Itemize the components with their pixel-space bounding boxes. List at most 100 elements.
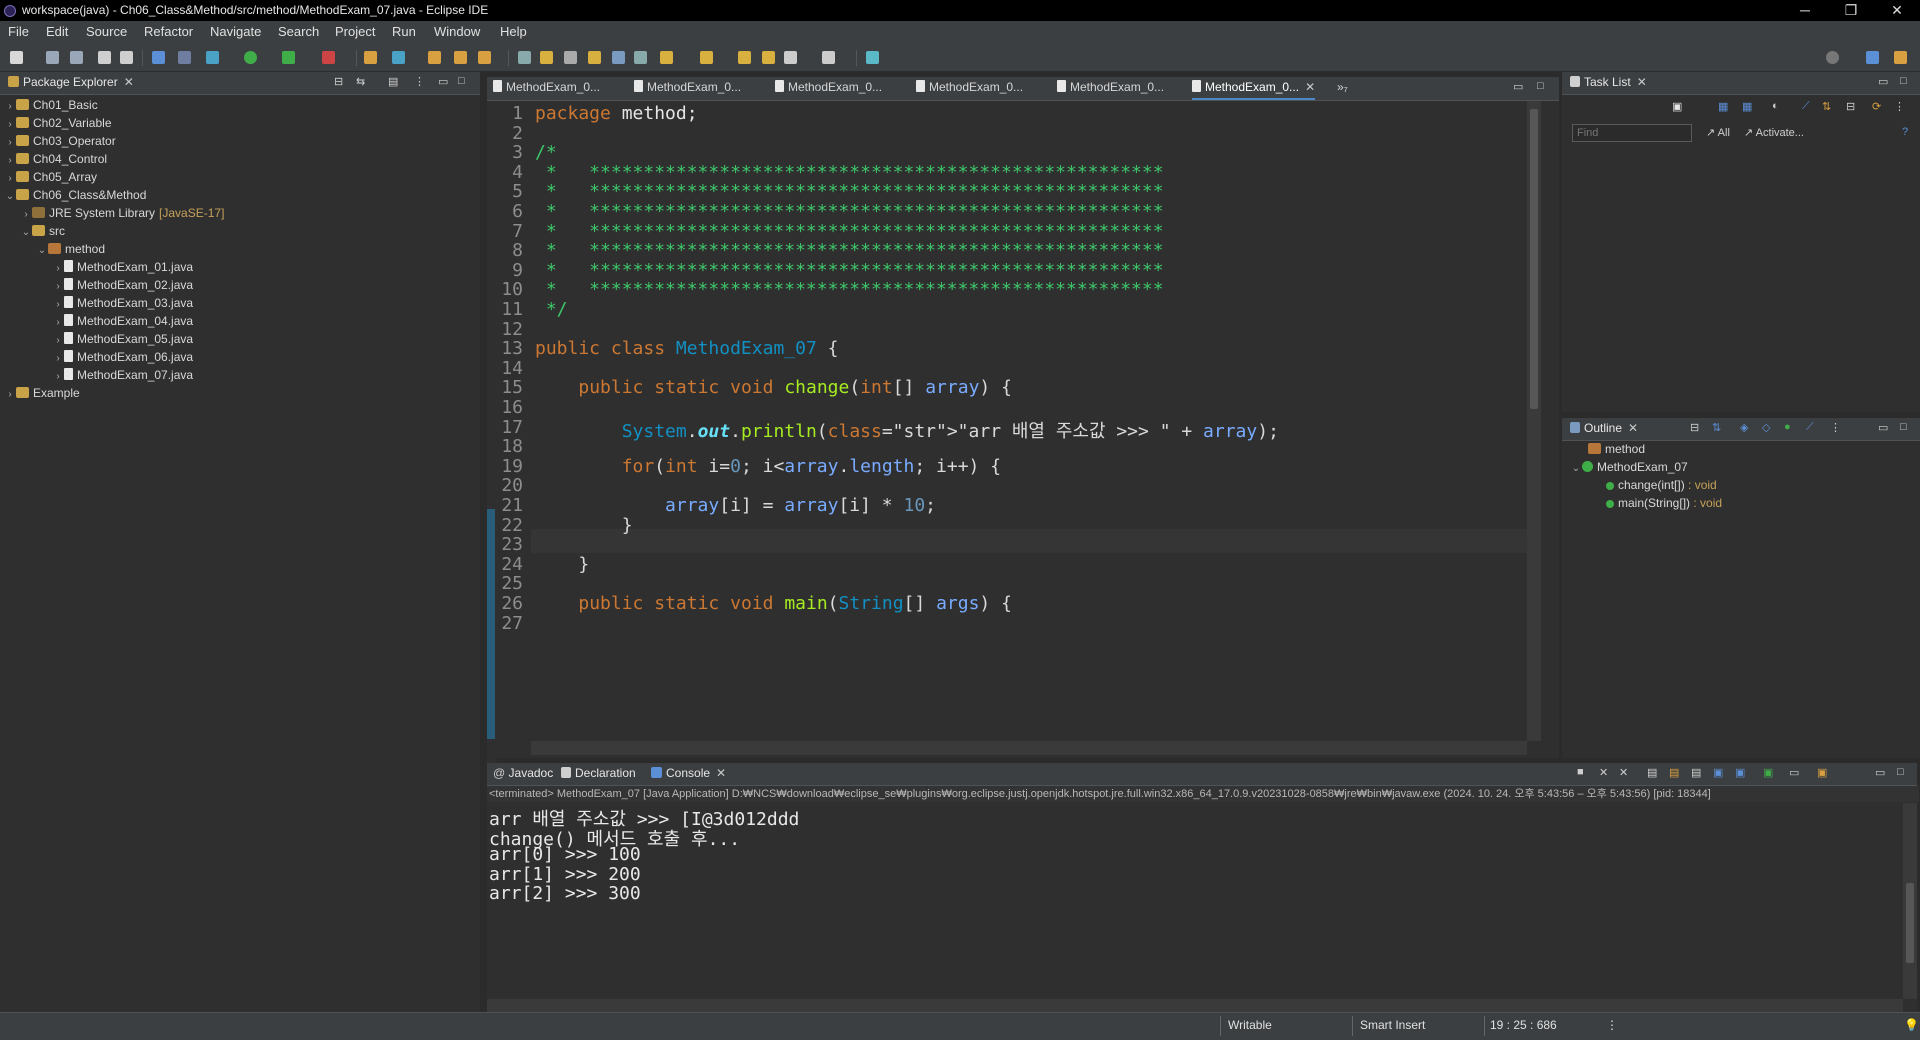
activate-link[interactable]: ↗ Activate... <box>1744 126 1804 139</box>
menu-navigate[interactable]: Navigate <box>210 24 261 39</box>
editor-vertical-scrollbar[interactable] <box>1527 101 1541 741</box>
new-java-project-icon[interactable] <box>364 51 377 64</box>
task-find-input[interactable] <box>1572 124 1692 142</box>
tree-item[interactable]: › MethodExam_02.java <box>52 276 193 294</box>
scrollbar-thumb[interactable] <box>1906 883 1914 963</box>
next-annotation-icon[interactable] <box>660 51 673 64</box>
collapse-all-icon[interactable]: ⊟ <box>1690 421 1699 434</box>
view-menu-icon[interactable]: ⋮ <box>1830 421 1841 434</box>
breadcrumb-icon[interactable] <box>564 51 577 64</box>
terminate-icon[interactable]: ■ <box>1577 766 1584 778</box>
console-tab[interactable]: Console ✕ <box>651 766 726 780</box>
tip-lightbulb-icon[interactable]: 💡 <box>1904 1018 1919 1032</box>
chevron-down-icon[interactable]: ⌄ <box>4 188 16 206</box>
view-menu-icon[interactable]: ⋮ <box>1894 100 1905 113</box>
status-insert-mode[interactable]: Smart Insert <box>1360 1018 1425 1032</box>
minimize-view-icon[interactable]: ▭ <box>1878 75 1888 88</box>
package-explorer-tab[interactable]: Package Explorer ✕ <box>8 75 134 89</box>
help-icon[interactable]: ? <box>1902 126 1908 138</box>
save-all-icon[interactable] <box>70 51 83 64</box>
task-list-tab[interactable]: Task List ✕ <box>1570 75 1647 89</box>
scrollbar-thumb[interactable] <box>1530 109 1538 409</box>
menu-search[interactable]: Search <box>278 24 319 39</box>
hide-local-types-icon[interactable]: ⟋ <box>1806 421 1814 434</box>
close-icon[interactable]: ✕ <box>716 766 726 780</box>
undo-icon[interactable] <box>98 51 111 64</box>
new-icon[interactable] <box>10 51 23 64</box>
maximize-view-icon[interactable]: □ <box>458 75 465 87</box>
close-icon[interactable]: ✕ <box>1628 421 1638 435</box>
java-perspective-icon[interactable] <box>1894 51 1907 64</box>
hide-fields-icon[interactable]: ◈ <box>1740 421 1748 434</box>
whitespace-icon[interactable] <box>634 51 647 64</box>
sort-icon[interactable]: ⇅ <box>1712 421 1721 434</box>
tree-item[interactable]: ⌄ src <box>20 222 65 240</box>
search-icon[interactable] <box>1826 51 1839 64</box>
menu-source[interactable]: Source <box>86 24 127 39</box>
debug-icon[interactable] <box>206 51 219 64</box>
tree-item[interactable]: › MethodExam_03.java <box>52 294 193 312</box>
block-select-icon[interactable] <box>588 51 601 64</box>
close-window-button[interactable]: ✕ <box>1874 0 1920 21</box>
status-menu-icon[interactable]: ⋮ <box>1606 1018 1618 1032</box>
link-editor-icon[interactable]: ⇆ <box>356 75 365 88</box>
minimize-view-icon[interactable]: ▭ <box>1878 421 1888 434</box>
tree-item[interactable]: › MethodExam_01.java <box>52 258 193 276</box>
all-filter-link[interactable]: ↗ All <box>1706 126 1730 139</box>
close-icon[interactable]: ✕ <box>124 75 134 89</box>
menu-refactor[interactable]: Refactor <box>144 24 193 39</box>
tree-item[interactable]: › Ch05_Array <box>4 168 97 186</box>
menu-project[interactable]: Project <box>335 24 375 39</box>
tree-item[interactable]: › MethodExam_06.java <box>52 348 193 366</box>
scroll-lock-icon[interactable]: ▤ <box>1669 766 1679 779</box>
forward-edit-icon[interactable] <box>738 51 751 64</box>
categorize-icon[interactable]: ▦ <box>1718 100 1728 113</box>
editor-tab-2[interactable]: MethodExam_0... <box>634 80 741 98</box>
tree-item[interactable]: › Ch03_Operator <box>4 132 115 150</box>
back-edit-icon[interactable] <box>762 51 775 64</box>
view-menu-icon[interactable]: ⋮ <box>414 75 425 88</box>
menu-run[interactable]: Run <box>392 24 416 39</box>
remove-launch-icon[interactable]: ✕ <box>1599 766 1608 779</box>
declaration-tab[interactable]: Declaration <box>561 766 636 780</box>
toggle-mark-icon[interactable] <box>518 51 531 64</box>
terminal-icon[interactable] <box>152 51 165 64</box>
outline-tab[interactable]: Outline ✕ <box>1570 421 1638 435</box>
collapse-icon[interactable]: ⊟ <box>1846 100 1855 113</box>
schedule-icon[interactable]: ▦ <box>1742 100 1752 113</box>
tree-item[interactable]: › MethodExam_04.java <box>52 312 193 330</box>
tree-item[interactable]: › MethodExam_07.java <box>52 366 193 384</box>
minimize-editor-icon[interactable]: ▭ <box>1513 80 1523 93</box>
minimize-view-icon[interactable]: ▭ <box>438 75 448 88</box>
outline-item-class[interactable]: ⌄ MethodExam_07 <box>1570 458 1688 476</box>
new-package-icon[interactable] <box>392 51 405 64</box>
tree-item[interactable]: › Example <box>4 384 79 402</box>
tree-item[interactable]: › Ch02_Variable <box>4 114 111 132</box>
menu-window[interactable]: Window <box>434 24 480 39</box>
outline-item-main-method[interactable]: main(String[]) : void <box>1606 494 1722 512</box>
tree-item[interactable]: › Ch04_Control <box>4 150 107 168</box>
run-icon[interactable] <box>244 51 257 64</box>
close-icon[interactable]: ✕ <box>1637 75 1647 89</box>
close-tab-icon[interactable]: ✕ <box>1305 80 1315 94</box>
display-console-icon[interactable]: ▣ <box>1763 766 1773 779</box>
coverage-icon[interactable] <box>282 51 295 64</box>
pin-editor-icon[interactable] <box>866 51 879 64</box>
new-console-icon[interactable]: ▣ <box>1817 766 1827 779</box>
tree-item[interactable]: ⌄ Ch06_Class&Method <box>4 186 147 206</box>
more-tabs-button[interactable]: »₇ <box>1337 80 1348 98</box>
console-horizontal-scrollbar[interactable] <box>487 999 1903 1013</box>
editor-tab-6-active[interactable]: MethodExam_0... ✕ <box>1192 80 1316 100</box>
filter-icon[interactable]: ▤ <box>388 75 398 88</box>
chevron-down-icon[interactable]: ⌄ <box>36 242 48 260</box>
word-wrap-icon[interactable] <box>612 51 625 64</box>
show-on-output-icon[interactable]: ▣ <box>1735 766 1745 779</box>
minimize-view-icon[interactable]: ▭ <box>1875 766 1885 779</box>
pin-console-icon[interactable]: ▣ <box>1713 766 1723 779</box>
code-area[interactable]: 1 package method; 2 3 /* 4 * ****************… <box>487 101 1531 816</box>
chevron-down-icon[interactable]: ⌄ <box>1570 460 1582 478</box>
editor-tab-4[interactable]: MethodExam_0... <box>916 80 1023 98</box>
open-console-icon[interactable]: ▭ <box>1789 766 1799 779</box>
maximize-view-icon[interactable]: □ <box>1900 75 1907 87</box>
new-task-icon[interactable]: ▣ <box>1672 100 1682 113</box>
